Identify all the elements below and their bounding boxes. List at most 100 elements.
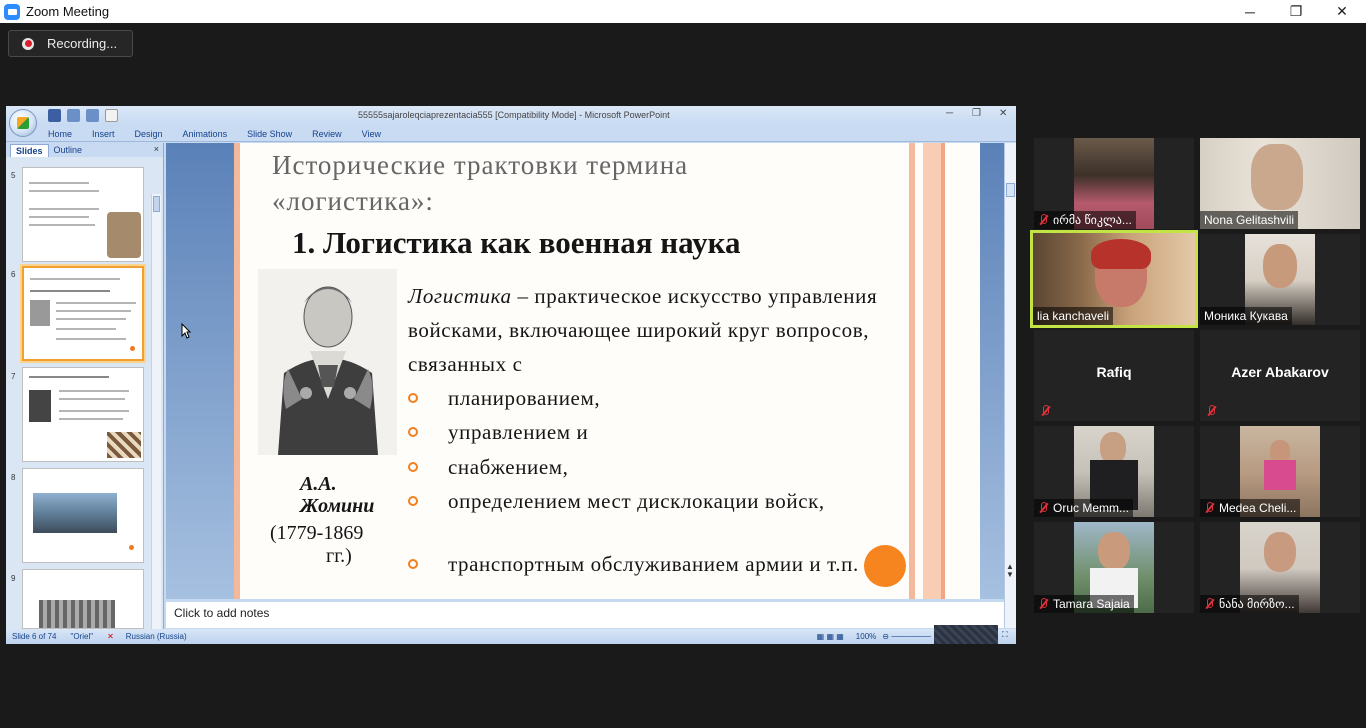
close-button[interactable]: ✕ (1319, 0, 1365, 23)
tab-slides[interactable]: Slides (10, 144, 49, 157)
notes-pane[interactable]: Click to add notes (166, 599, 1004, 628)
ppt-minimize-icon[interactable]: ─ (946, 108, 953, 119)
pane-tabs: Slides Outline × (6, 143, 163, 157)
save-icon[interactable] (48, 109, 61, 122)
participant-name: lia kanchaveli (1033, 307, 1114, 325)
participant-name-center: Rafiq (1096, 364, 1132, 380)
powerpoint-titlebar: 55555sajaroleqciaprezentacia555 [Compati… (6, 106, 1016, 126)
slide-thumbnail-8[interactable] (22, 468, 144, 563)
participant-tile[interactable]: Моника Кукава (1199, 233, 1361, 326)
bullet-circle-icon (408, 462, 418, 472)
ribbon-tab-insert[interactable]: Insert (92, 129, 115, 139)
slide-right-stripe (923, 143, 941, 599)
recording-indicator[interactable]: Recording... (8, 30, 133, 57)
bullet-circle-icon (408, 496, 418, 506)
view-buttons-icon[interactable]: ▦ ▦ ▦ (817, 632, 844, 641)
participant-name: ირმა წიკლა... (1034, 211, 1136, 229)
thumb-number: 8 (11, 473, 16, 482)
participant-name-center: Azer Abakarov (1231, 364, 1329, 380)
participant-tile[interactable]: Nona Gelitashvili (1199, 137, 1361, 230)
undo-icon[interactable] (67, 109, 80, 122)
jomini-portrait-image (258, 269, 397, 455)
zoom-slider[interactable]: ⊖ ─────── (882, 632, 931, 641)
notes-placeholder: Click to add notes (174, 606, 270, 620)
ribbon-tab-home[interactable]: Home (48, 129, 72, 139)
mic-muted-icon (1038, 502, 1048, 514)
slide-vertical-scrollbar[interactable]: ▲ ▼ (1004, 143, 1016, 628)
person-name: А.А. Жомини (300, 473, 374, 517)
participant-tile-active-speaker[interactable]: lia kanchaveli (1030, 230, 1198, 328)
thumb-number: 6 (11, 270, 16, 279)
shared-screen-powerpoint: 55555sajaroleqciaprezentacia555 [Compati… (6, 106, 1016, 644)
ribbon-tab-review[interactable]: Review (312, 129, 342, 139)
slide-thumbnail-5[interactable] (22, 167, 144, 262)
participant-tile[interactable]: Oruc Memm... (1033, 425, 1195, 518)
bullet-item: планированием, (408, 384, 888, 412)
webcam-overlay-thumbnail (934, 625, 998, 644)
mic-muted-icon (1040, 405, 1050, 417)
slide-thumbnail-9[interactable] (22, 569, 144, 629)
slide-thumbnail-6[interactable] (22, 266, 144, 361)
thumb-number: 9 (11, 574, 16, 583)
current-slide[interactable]: Исторические трактовки термина «логистик… (234, 143, 980, 599)
person-surname: Жомини (300, 495, 375, 517)
orange-circle-decoration (864, 545, 906, 587)
restore-button[interactable]: ❐ (1273, 0, 1319, 23)
participant-tile[interactable]: Rafiq (1033, 329, 1195, 422)
recording-label: Recording... (47, 36, 118, 51)
status-theme: "Oriel" (70, 632, 94, 641)
ribbon-tab-view[interactable]: View (362, 129, 381, 139)
new-icon[interactable] (105, 109, 118, 122)
participant-tile[interactable]: ირმა წიკლა... (1033, 137, 1195, 230)
participant-name: Tamara Sajaia (1034, 595, 1134, 613)
ppt-close-icon[interactable]: ✕ (999, 108, 1007, 119)
minimize-button[interactable]: ─ (1227, 0, 1273, 23)
slide-editing-area: Исторические трактовки термина «логистик… (166, 143, 1004, 599)
bullet-item: транспортным обслуживанием армии и т.п. (408, 550, 888, 578)
slides-pane-scrollbar[interactable] (151, 194, 161, 644)
definition-text: Логистика – практическое искусство управ… (408, 279, 878, 381)
spellcheck-icon[interactable]: ✕ (107, 632, 114, 641)
bullet-circle-icon (408, 427, 418, 437)
slides-pane: Slides Outline × 5 6 7 8 9 (6, 143, 164, 644)
bullet-item: определением мест дисклокации войск, (408, 487, 888, 515)
redo-icon[interactable] (86, 109, 99, 122)
office-button[interactable] (9, 109, 37, 137)
fit-window-icon[interactable]: ⛶ (1002, 630, 1008, 640)
participant-name: Medea Cheli... (1200, 499, 1301, 517)
thumb-number: 7 (11, 372, 16, 381)
participant-name: ნანა მირზო... (1200, 595, 1299, 613)
participant-name: Oruc Memm... (1034, 499, 1134, 517)
person-years-start: (1779-1869 (270, 522, 364, 544)
mic-muted-icon (1206, 405, 1216, 417)
mic-muted-icon (1204, 598, 1214, 610)
ribbon-tab-animations[interactable]: Animations (183, 129, 228, 139)
tab-outline[interactable]: Outline (49, 144, 88, 157)
participant-tile[interactable]: ნანა მირზო... (1199, 521, 1361, 614)
participant-tile[interactable]: Azer Abakarov (1199, 329, 1361, 422)
mic-muted-icon (1038, 598, 1048, 610)
definition-term: Логистика (408, 284, 512, 308)
slide-thumbnail-7[interactable] (22, 367, 144, 462)
ppt-restore-icon[interactable]: ❐ (972, 108, 981, 119)
ribbon-tabs: Home Insert Design Animations Slide Show… (6, 126, 1016, 142)
slide-left-border (234, 143, 240, 599)
participant-tile[interactable]: Medea Cheli... (1199, 425, 1361, 518)
mic-muted-icon (1204, 502, 1214, 514)
slide-heading: 1. Логистика как военная наука (292, 225, 741, 260)
powerpoint-doc-title: 55555sajaroleqciaprezentacia555 [Compati… (358, 110, 670, 120)
mic-muted-icon (1038, 214, 1048, 226)
ribbon-tab-slide-show[interactable]: Slide Show (247, 129, 292, 139)
slide-right-stripe (909, 143, 915, 599)
quick-access-toolbar (48, 109, 118, 122)
zoom-titlebar: Zoom Meeting ─ ❐ ✕ (0, 0, 1366, 23)
office-logo-icon (17, 117, 29, 129)
bullet-item: управлением и (408, 418, 888, 446)
pane-close-icon[interactable]: × (154, 144, 159, 154)
zoom-camera-icon (4, 3, 20, 20)
thumb-number: 5 (11, 171, 16, 180)
ribbon-tab-design[interactable]: Design (135, 129, 163, 139)
powerpoint-status-bar: Slide 6 of 74 "Oriel" ✕ Russian (Russia)… (6, 625, 1016, 644)
participant-tile[interactable]: Tamara Sajaia (1033, 521, 1195, 614)
bullet-item: снабжением, (408, 453, 888, 481)
